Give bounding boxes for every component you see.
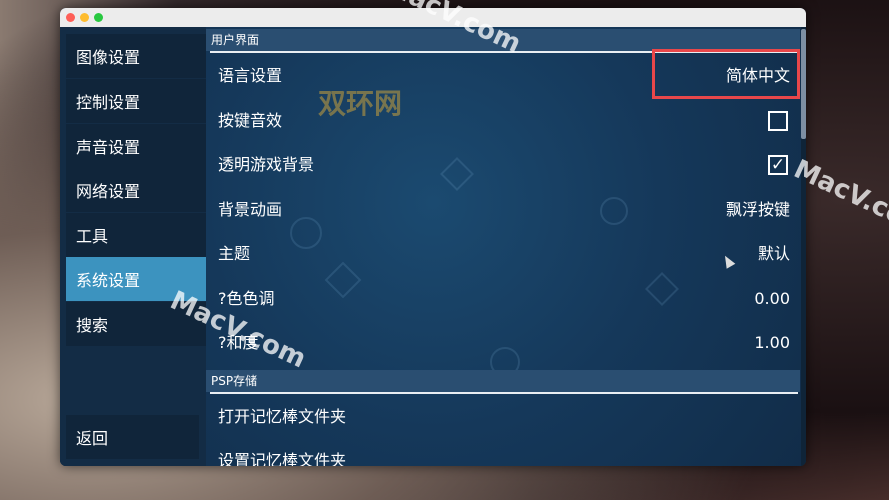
setting-row-key-sound[interactable]: 按键音效 <box>206 99 800 143</box>
sidebar-item-network[interactable]: 网络设置 <box>66 168 206 212</box>
section-header-ui: 用户界面 <box>206 29 800 51</box>
setting-row-theme[interactable]: 主题 默认 <box>206 232 800 276</box>
setting-label: 主题 <box>218 244 251 263</box>
setting-value: 0.00 <box>754 289 790 308</box>
highlight-box <box>652 49 800 99</box>
setting-row-hue[interactable]: ?色色调 0.00 <box>206 277 800 321</box>
sidebar: 图像设置 控制设置 声音设置 网络设置 工具 系统设置 搜索 返回 <box>60 27 206 466</box>
sidebar-item-tools[interactable]: 工具 <box>66 213 206 257</box>
setting-label: ?和度 <box>218 333 259 352</box>
sidebar-item-search[interactable]: 搜索 <box>66 302 206 346</box>
content-area: 图像设置 控制设置 声音设置 网络设置 工具 系统设置 搜索 返回 用户界面 语… <box>60 27 806 466</box>
sidebar-item-graphics[interactable]: 图像设置 <box>66 34 206 78</box>
setting-row-set-memstick[interactable]: 设置记忆棒文件夹 <box>206 439 800 466</box>
setting-row-bg-animation[interactable]: 背景动画 飘浮按键 <box>206 188 800 232</box>
setting-label: 语言设置 <box>218 66 283 85</box>
setting-row-transparent-bg[interactable]: 透明游戏背景 ✓ <box>206 143 800 187</box>
setting-row-saturation[interactable]: ?和度 1.00 <box>206 321 800 365</box>
section-divider <box>210 392 798 394</box>
setting-label: 按键音效 <box>218 111 283 130</box>
setting-label: ?色色调 <box>218 289 275 308</box>
close-window-button[interactable] <box>66 13 75 22</box>
app-window: 图像设置 控制设置 声音设置 网络设置 工具 系统设置 搜索 返回 用户界面 语… <box>60 8 806 466</box>
checkbox-checked[interactable]: ✓ <box>768 155 788 175</box>
setting-value: 飘浮按键 <box>725 200 790 219</box>
section-header-psp: PSP存储 <box>206 370 800 392</box>
checkbox-unchecked[interactable] <box>768 111 788 131</box>
setting-label: 打开记忆棒文件夹 <box>218 407 347 426</box>
setting-row-open-memstick[interactable]: 打开记忆棒文件夹 <box>206 395 800 439</box>
setting-label: 背景动画 <box>218 200 283 219</box>
sidebar-item-controls[interactable]: 控制设置 <box>66 79 206 123</box>
settings-panel: 用户界面 语言设置 简体中文 按键音效 透明游戏背景 ✓ 背景动画 飘浮按键 主… <box>206 27 806 466</box>
scrollbar[interactable] <box>801 27 806 466</box>
setting-label: 透明游戏背景 <box>218 155 315 174</box>
back-button[interactable]: 返回 <box>66 415 199 459</box>
setting-value: 1.00 <box>754 333 790 352</box>
setting-value: 默认 <box>757 244 790 263</box>
minimize-window-button[interactable] <box>80 13 89 22</box>
maximize-window-button[interactable] <box>94 13 103 22</box>
setting-label: 设置记忆棒文件夹 <box>218 451 347 466</box>
scrollbar-thumb[interactable] <box>801 29 806 139</box>
title-bar <box>60 8 806 28</box>
watermark-cn: 双环网 <box>318 87 403 120</box>
sidebar-item-system[interactable]: 系统设置 <box>66 257 206 301</box>
sidebar-item-audio[interactable]: 声音设置 <box>66 124 206 168</box>
